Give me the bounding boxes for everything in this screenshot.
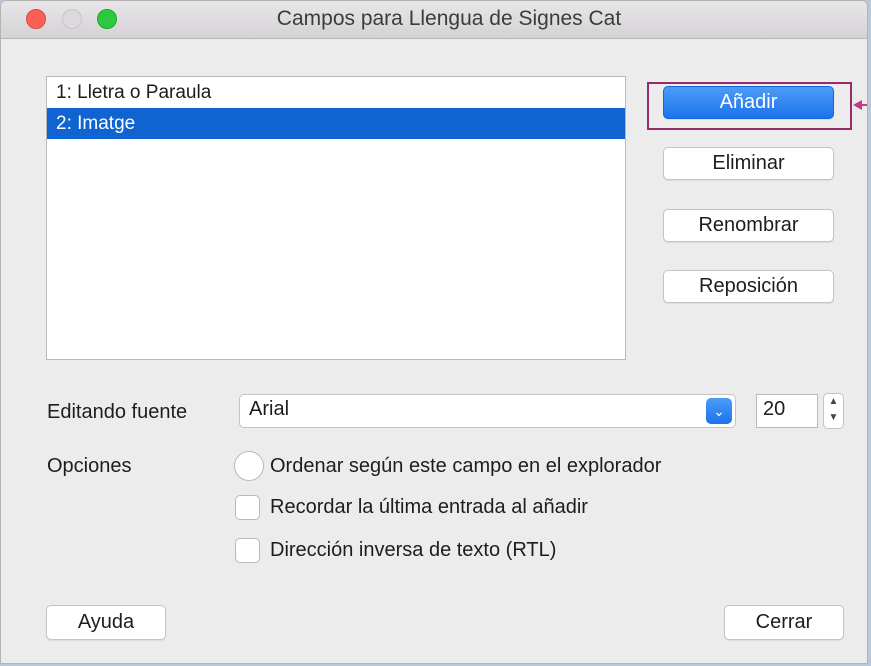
window-title: Campos para Llengua de Signes Cat [276,7,622,30]
font-select-value: Arial [249,398,290,420]
title-bar: Campos para Llengua de Signes Cat [1,1,867,39]
font-size-field[interactable]: 20 [756,394,818,428]
font-size-stepper[interactable]: ▲ ▼ [823,393,844,429]
fields-dialog: Campos para Llengua de Signes Cat 1: Lle… [0,0,868,664]
list-item[interactable]: 1: Lletra o Paraula [47,77,625,108]
remember-last-label: Recordar la última entrada al añadir [270,496,588,518]
list-item-selected[interactable]: 2: Imatge [47,108,625,139]
annotation-arrow-icon [853,100,862,110]
fields-list[interactable]: 1: Lletra o Paraula 2: Imatge [46,76,626,360]
options-label: Opciones [47,455,132,477]
remember-last-checkbox[interactable] [235,495,260,520]
reposition-button[interactable]: Reposición [663,270,834,303]
rename-button[interactable]: Renombrar [663,209,834,242]
stepper-down-icon[interactable]: ▼ [824,410,843,426]
sort-by-field-radio[interactable] [234,451,264,481]
chevron-down-icon[interactable]: ⌄ [706,398,732,424]
font-select[interactable]: Arial ⌄ [239,394,736,428]
help-button[interactable]: Ayuda [46,605,166,640]
delete-button[interactable]: Eliminar [663,147,834,180]
close-button[interactable]: Cerrar [724,605,844,640]
add-button[interactable]: Añadir [663,86,834,119]
sort-by-field-label: Ordenar según este campo en el explorado… [270,455,662,477]
stepper-up-icon[interactable]: ▲ [824,394,843,410]
editing-font-label: Editando fuente [47,401,188,423]
annotation-arrow-line [861,104,867,106]
rtl-checkbox[interactable] [235,538,260,563]
rtl-label: Dirección inversa de texto (RTL) [270,539,557,561]
